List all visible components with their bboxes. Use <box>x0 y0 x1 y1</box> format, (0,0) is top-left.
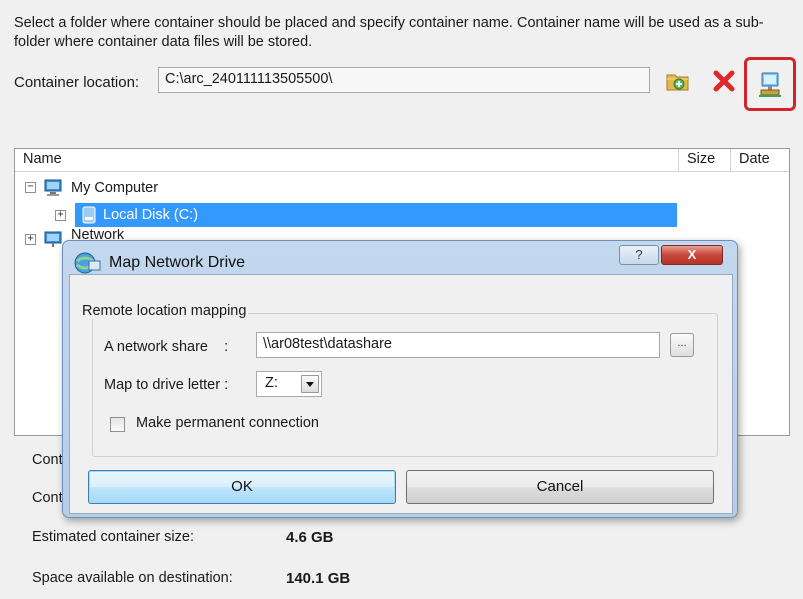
delete-button[interactable] <box>710 67 738 95</box>
permanent-connection-checkbox[interactable] <box>110 417 125 432</box>
delete-icon <box>713 70 735 92</box>
browse-button[interactable]: ... <box>670 333 694 357</box>
computer-icon <box>44 179 62 196</box>
dialog-body: Remote location mapping A network share … <box>69 274 733 514</box>
cancel-button[interactable]: Cancel <box>406 470 714 504</box>
dialog-network-icon <box>74 252 101 274</box>
dialog-help-button[interactable]: ? <box>619 245 659 265</box>
map-network-drive-dialog[interactable]: Map Network Drive ? X Remote location ma… <box>62 240 738 518</box>
estimated-size-label: Estimated container size: <box>32 529 194 545</box>
tree-item-label: Local Disk (C:) <box>103 207 199 223</box>
instructions-text: Select a folder where container should b… <box>14 15 764 50</box>
dialog-title: Map Network Drive <box>109 254 246 271</box>
disk-icon <box>82 206 96 224</box>
network-share-label: A network share : <box>104 339 229 355</box>
dialog-close-button[interactable]: X <box>661 245 723 265</box>
tree-item-local-disk[interactable]: Local Disk (C:) <box>75 203 677 227</box>
ok-button[interactable]: OK <box>88 470 396 504</box>
chevron-down-icon <box>306 382 314 387</box>
map-network-drive-button[interactable] <box>744 57 796 111</box>
collapse-icon[interactable]: − <box>25 182 36 193</box>
network-share-input[interactable]: \\ar08test\datashare <box>256 332 660 358</box>
map-network-drive-icon <box>759 72 781 97</box>
expand-icon[interactable]: + <box>25 234 36 245</box>
remote-location-group-title: Remote location mapping <box>80 303 249 319</box>
column-header-date: Date <box>739 151 770 167</box>
help-icon: ? <box>635 247 643 262</box>
tree-header: Name Size Date <box>15 149 789 172</box>
expand-icon[interactable]: + <box>55 210 66 221</box>
dropdown-arrow[interactable] <box>301 375 319 393</box>
drive-letter-select[interactable]: Z: <box>256 371 322 397</box>
tree-item-my-computer[interactable]: − My Computer <box>15 177 715 199</box>
close-icon: X <box>687 247 697 262</box>
column-header-size: Size <box>687 151 716 167</box>
permanent-connection-label[interactable]: Make permanent connection <box>136 415 319 431</box>
space-available-label: Space available on destination: <box>32 570 233 586</box>
tree-item-label: My Computer <box>71 180 159 196</box>
info-row-1-label: Cont <box>32 452 63 468</box>
space-available-value: 140.1 GB <box>286 570 351 587</box>
column-header-name[interactable]: Name <box>23 151 62 167</box>
column-header-date-cell[interactable]: Date <box>730 149 791 171</box>
column-header-size-cell[interactable]: Size <box>678 149 731 171</box>
new-folder-button[interactable] <box>664 67 692 95</box>
container-location-label: Container location: <box>14 74 140 91</box>
drive-letter-value: Z: <box>265 375 278 391</box>
drive-letter-label: Map to drive letter : <box>104 377 229 393</box>
network-icon <box>44 231 62 247</box>
container-location-input[interactable]: C:\arc_240111113505500\ <box>158 67 650 93</box>
new-folder-icon <box>666 74 689 91</box>
estimated-size-value: 4.6 GB <box>286 529 334 546</box>
info-row-2-label: Cont <box>32 490 63 506</box>
